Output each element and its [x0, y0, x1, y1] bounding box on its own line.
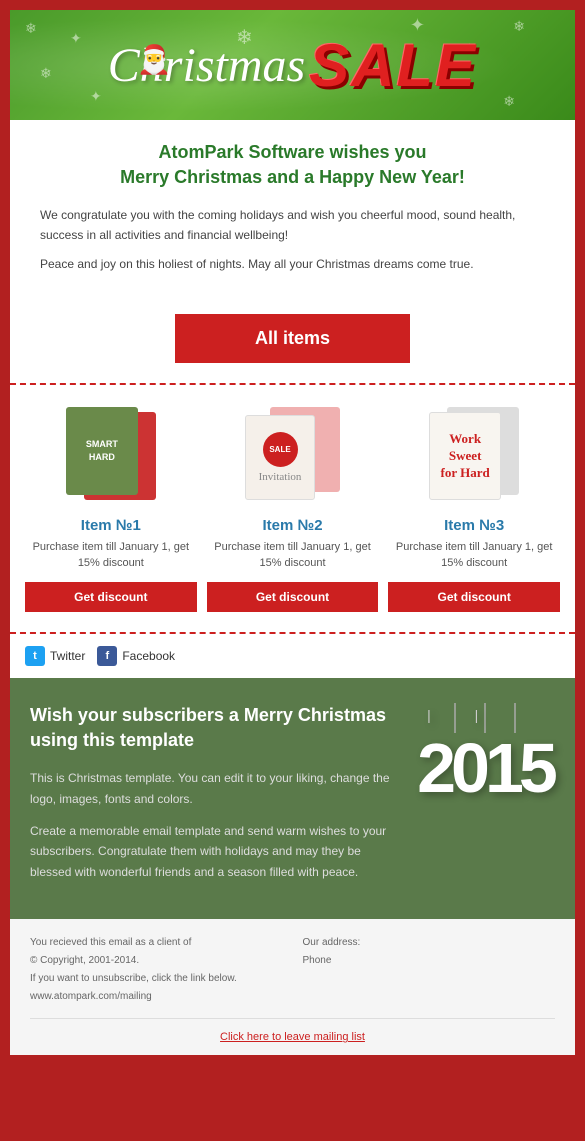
items-grid: SMARTHARD Item №1 Purchase item till Jan… — [25, 405, 560, 612]
greeting-title: AtomPark Software wishes you Merry Chris… — [40, 140, 545, 190]
footer-link-section: Click here to leave mailing list — [30, 1018, 555, 1045]
greeting-body1: We congratulate you with the coming holi… — [40, 206, 545, 244]
banner-sale-text: SALE — [309, 31, 477, 100]
card-green-1: SMARTHARD — [66, 407, 138, 495]
item-desc-2: Purchase item till January 1, get 15% di… — [207, 539, 379, 572]
item-image-3: WorkSweetfor Hard — [388, 405, 560, 505]
greeting-section: AtomPark Software wishes you Merry Chris… — [10, 120, 575, 299]
promo-text-col: Wish your subscribers a Merry Christmas … — [30, 703, 400, 894]
all-items-button[interactable]: All items — [175, 314, 410, 363]
footer-right: Our address: Phone — [303, 934, 556, 1006]
social-section: t Twitter f Facebook — [10, 634, 575, 678]
item-card-2: SALE Invitation Item №2 Purchase item ti… — [207, 405, 379, 612]
item-name-3: Item №3 — [444, 517, 504, 534]
discount-button-2[interactable]: Get discount — [207, 582, 379, 612]
promo-title: Wish your subscribers a Merry Christmas … — [30, 703, 400, 753]
snowflake: ❄ — [513, 18, 525, 35]
all-items-section: All items — [10, 299, 575, 383]
facebook-icon: f — [97, 646, 117, 666]
twitter-button[interactable]: t Twitter — [25, 646, 85, 666]
promo-body2: Create a memorable email template and se… — [30, 821, 400, 882]
header-banner: ❄ ✦ ❄ ✦ ❄ ✦ ❄ ❄ ✦ 🎅 Christmas SALE — [10, 10, 575, 120]
greeting-title-line1: AtomPark Software wishes you — [158, 142, 426, 162]
snowflake: ❄ — [503, 93, 515, 110]
christmas-text-group: 🎅 Christmas — [108, 38, 305, 93]
footer-left: You recieved this email as a client of ©… — [30, 934, 283, 1006]
item-card-3: WorkSweetfor Hard Item №3 Purchase item … — [388, 405, 560, 612]
snowflake: ✦ — [90, 88, 102, 105]
twitter-label: Twitter — [50, 649, 85, 663]
card-white-main-2: SALE Invitation — [245, 415, 315, 500]
santa-hat-icon: 🎅 — [136, 43, 171, 76]
footer-right-line3: Phone — [303, 952, 556, 970]
discount-button-1[interactable]: Get discount — [25, 582, 197, 612]
item-card-1: SMARTHARD Item №1 Purchase item till Jan… — [25, 405, 197, 612]
item-desc-3: Purchase item till January 1, get 15% di… — [388, 539, 560, 572]
outer-wrapper: ❄ ✦ ❄ ✦ ❄ ✦ ❄ ❄ ✦ 🎅 Christmas SALE At — [0, 0, 585, 1141]
item-image-1: SMARTHARD — [25, 405, 197, 505]
footer-section: You recieved this email as a client of ©… — [10, 919, 575, 1055]
snowflake: ❄ — [40, 65, 52, 82]
snowflake: ❄ — [25, 20, 37, 37]
twitter-icon: t — [25, 646, 45, 666]
greeting-body2: Peace and joy on this holiest of nights.… — [40, 255, 545, 274]
footer-left-line4: www.atompark.com/mailing — [30, 988, 283, 1006]
footer-right-line1: Our address: — [303, 934, 556, 952]
card-light-text-3: WorkSweetfor Hard — [441, 431, 490, 482]
promo-section: Wish your subscribers a Merry Christmas … — [10, 678, 575, 919]
item-image-2: SALE Invitation — [207, 405, 379, 505]
facebook-button[interactable]: f Facebook — [97, 646, 175, 666]
discount-button-3[interactable]: Get discount — [388, 582, 560, 612]
footer-left-line1: You recieved this email as a client of — [30, 934, 283, 952]
card-light-main-3: WorkSweetfor Hard — [429, 412, 501, 500]
card-cursive-text-2: Invitation — [259, 471, 302, 483]
banner-text-wrapper: 🎅 Christmas SALE — [108, 31, 477, 100]
year-display: 2015 — [417, 733, 553, 803]
item-name-1: Item №1 — [81, 517, 141, 534]
card-green-text-1: SMARTHARD — [86, 438, 118, 465]
email-container: ❄ ✦ ❄ ✦ ❄ ✦ ❄ ❄ ✦ 🎅 Christmas SALE At — [10, 10, 575, 1055]
item-name-2: Item №2 — [262, 517, 322, 534]
footer-left-line3: If you want to unsubscribe, click the li… — [30, 970, 283, 988]
item-img-wrapper-1: SMARTHARD — [66, 407, 156, 502]
promo-year-col: 2015 — [415, 703, 555, 803]
footer-left-line2: © Copyright, 2001-2014. — [30, 952, 283, 970]
item-img-wrapper-2: SALE Invitation — [245, 407, 340, 502]
unsubscribe-link[interactable]: Click here to leave mailing list — [220, 1031, 365, 1043]
items-section: SMARTHARD Item №1 Purchase item till Jan… — [10, 383, 575, 634]
item-img-wrapper-3: WorkSweetfor Hard — [429, 407, 519, 502]
card-sale-circle-2: SALE — [263, 432, 298, 467]
promo-body1: This is Christmas template. You can edit… — [30, 768, 400, 809]
snowflake: ✦ — [70, 30, 82, 47]
footer-content: You recieved this email as a client of ©… — [30, 934, 555, 1006]
facebook-label: Facebook — [122, 649, 175, 663]
year-ornament: 2015 — [417, 703, 553, 803]
item-desc-1: Purchase item till January 1, get 15% di… — [25, 539, 197, 572]
year-text: 2015 — [417, 729, 553, 807]
greeting-title-line2: Merry Christmas and a Happy New Year! — [120, 167, 465, 187]
